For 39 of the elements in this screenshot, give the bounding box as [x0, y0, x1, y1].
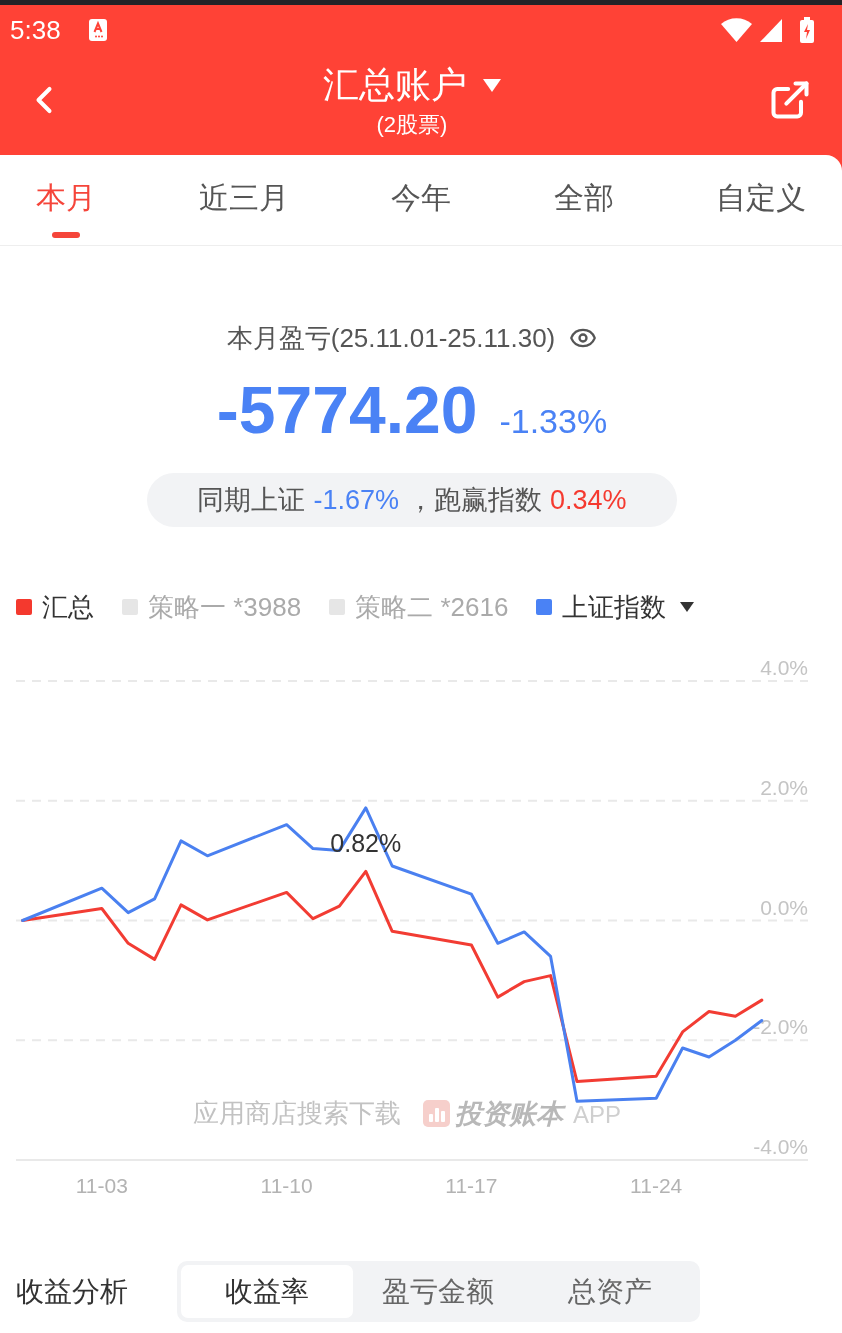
comparison-value: 0.34% [550, 484, 627, 517]
metric-segment[interactable]: 总资产 [524, 1265, 696, 1318]
x-axis-label: 11-10 [260, 1174, 313, 1197]
pnl-amount: -5774.20 [216, 374, 478, 446]
account-subtitle: (2股票) [376, 111, 448, 139]
status-time: 5:38 [10, 17, 61, 43]
metric-segment[interactable]: 收益率 [181, 1265, 353, 1318]
battery-icon [800, 17, 814, 43]
x-axis-label: 11-24 [630, 1174, 683, 1197]
brand-logo-icon [423, 1100, 450, 1127]
legend-item[interactable]: 上证指数 [536, 591, 695, 623]
comparison-label: 同期上证 [197, 484, 306, 517]
y-axis-label: 2.0% [760, 775, 808, 799]
period-pnl-title: 本月盈亏(25.11.01-25.11.30) [226, 322, 556, 355]
wifi-icon [721, 18, 752, 42]
signal-icon [760, 18, 782, 42]
comparison-value: -1.67% [313, 484, 399, 517]
period-tab[interactable]: 自定义 [716, 155, 806, 245]
period-tab[interactable]: 今年 [391, 155, 451, 245]
period-tab[interactable]: 全部 [553, 155, 614, 245]
share-icon [768, 78, 812, 122]
period-tab[interactable]: 近三月 [198, 155, 289, 245]
app-notification-icon [88, 19, 107, 41]
y-axis-label: -2.0% [753, 1015, 808, 1039]
x-axis-label: 11-03 [75, 1174, 128, 1197]
active-tab-indicator [52, 232, 80, 238]
y-axis-label: 0.0% [760, 895, 808, 919]
period-tab[interactable]: 本月 [36, 155, 96, 245]
x-axis-label: 11-17 [445, 1174, 498, 1197]
caret-down-icon [483, 78, 501, 92]
pnl-percent: -1.33% [499, 401, 608, 441]
download-hint: 应用商店搜索下载 [193, 1098, 401, 1128]
share-button[interactable] [768, 78, 812, 122]
y-axis-label: 4.0% [760, 656, 808, 679]
metric-segment[interactable]: 盈亏金额 [352, 1265, 525, 1318]
section-title: 收益分析 [16, 1274, 129, 1309]
comparison-label: ，跑赢指数 [407, 484, 542, 517]
legend-item[interactable]: 汇总 [16, 591, 94, 623]
y-axis-label: -4.0% [753, 1135, 808, 1158]
